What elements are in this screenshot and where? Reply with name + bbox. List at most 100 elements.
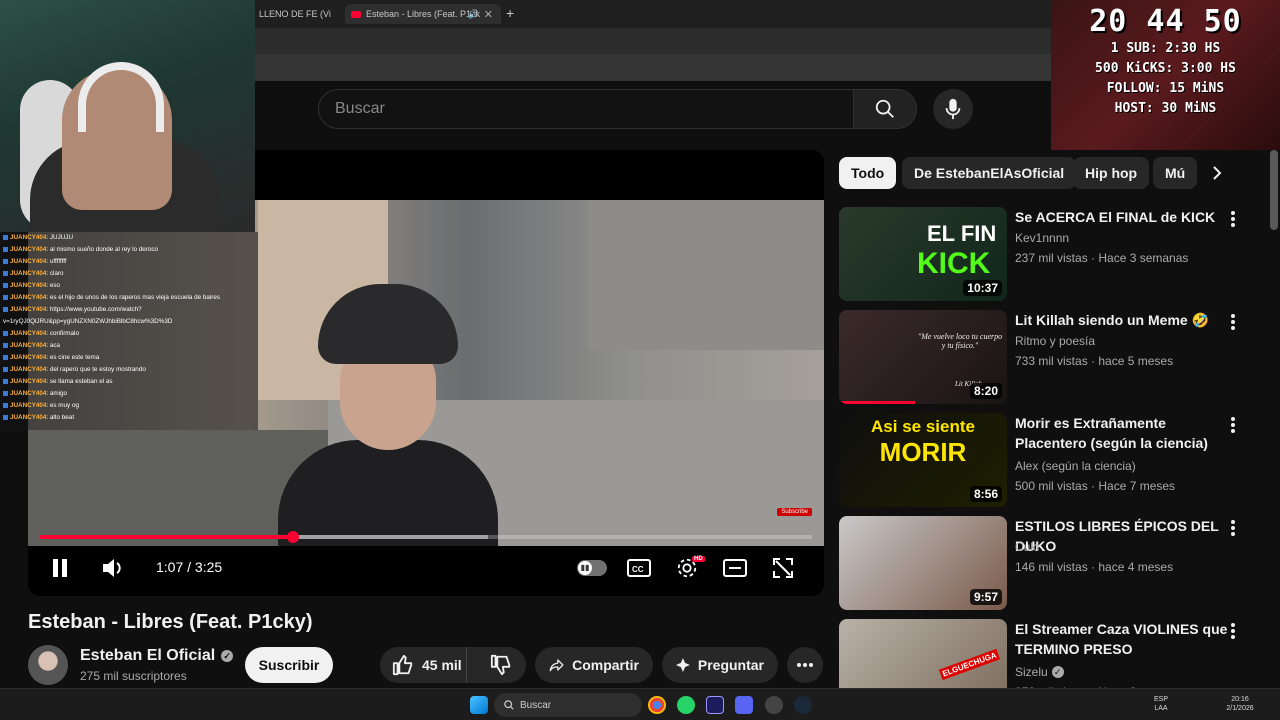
- chat-username: JUANCY404: [10, 246, 47, 253]
- chevron-right-icon: [1213, 166, 1222, 180]
- chip-todo[interactable]: Todo: [839, 157, 897, 189]
- subscriber-count: 275 mil suscriptores: [80, 669, 187, 683]
- recommended-video[interactable]: EL FIN KICK 10:37 Se ACERCA El FINAL de KIC…: [839, 207, 1269, 303]
- taskbar-search[interactable]: Buscar: [494, 693, 642, 717]
- recommended-video[interactable]: "Me vuelve loco tu cuerpo y tu físico." L…: [839, 310, 1269, 406]
- recommended-channel[interactable]: Ritmo y poesía: [1015, 334, 1095, 348]
- recommended-title[interactable]: El Streamer Caza VIOLINES que TERMINO PR…: [1015, 619, 1229, 659]
- chip-hip-hop[interactable]: Hip hop: [1073, 157, 1150, 189]
- video-thumbnail[interactable]: Asi se siente MORIR 8:56: [839, 413, 1007, 507]
- chip-channel[interactable]: De EstebanElAsOficial: [902, 157, 1077, 189]
- theater-mode-button[interactable]: [721, 550, 749, 586]
- chips-next-button[interactable]: [1203, 157, 1231, 189]
- subscribe-button[interactable]: Suscribir: [245, 647, 333, 683]
- channel-label: Alex (según la ciencia): [1015, 459, 1136, 473]
- verified-icon: ✓: [221, 650, 234, 662]
- recommended-title[interactable]: Morir es Extrañamente Placentero (según …: [1015, 413, 1229, 453]
- taskbar-search-label: Buscar: [520, 699, 552, 711]
- scrollbar[interactable]: [1270, 150, 1278, 230]
- subscribe-watermark[interactable]: Subscribe: [777, 508, 812, 516]
- more-options-button[interactable]: [1227, 621, 1239, 641]
- badge-icon: [3, 366, 8, 372]
- pause-icon: [53, 559, 67, 577]
- video-thumbnail[interactable]: 9:57: [839, 516, 1007, 610]
- channel-avatar[interactable]: [28, 645, 68, 685]
- recommended-video[interactable]: 9:57 ESTILOS LIBRES ÉPICOS DEL DUKO Cuki 14…: [839, 516, 1269, 612]
- new-tab-button[interactable]: +: [506, 5, 514, 21]
- like-button[interactable]: 45 mil: [380, 647, 468, 683]
- recommended-video[interactable]: Asi se siente MORIR 8:56 Morir es Extrañame…: [839, 413, 1269, 509]
- voice-search-button[interactable]: [933, 89, 973, 129]
- windows-taskbar: Buscar ESP LAA 20:16 2/1/2026: [0, 688, 1280, 720]
- recommended-title[interactable]: Lit Killah siendo un Meme 🤣: [1015, 310, 1229, 330]
- tab-close-button[interactable]: ✕: [484, 8, 493, 21]
- channel-label: Kev1nnnn: [1015, 231, 1070, 245]
- steam-icon[interactable]: [794, 696, 812, 714]
- recommended-title[interactable]: ESTILOS LIBRES ÉPICOS DEL DUKO: [1015, 516, 1229, 556]
- badge-icon: [3, 294, 8, 300]
- goal-line: HOST: 30 MiNS: [1114, 101, 1217, 116]
- chat-username: JUANCY404: [10, 330, 47, 337]
- fullscreen-button[interactable]: [769, 550, 797, 586]
- premiere-icon[interactable]: [706, 696, 724, 714]
- whatsapp-icon[interactable]: [677, 696, 695, 714]
- discord-icon[interactable]: [735, 696, 753, 714]
- progress-bar[interactable]: [40, 531, 812, 543]
- share-button[interactable]: Compartir: [535, 647, 653, 683]
- video-stats: 733 mil vistas · hace 5 meses: [1015, 354, 1174, 368]
- video-stats: 237 mil vistas · Hace 3 semanas: [1015, 251, 1189, 265]
- search-button[interactable]: [853, 89, 917, 129]
- more-options-button[interactable]: [1227, 209, 1239, 229]
- address-bar[interactable]: [255, 28, 1051, 54]
- keyboard-layout: LAA: [1154, 705, 1168, 712]
- browser-tab[interactable]: LLENO DE FE (Vi: [259, 4, 345, 24]
- recommended-channel[interactable]: Cuki: [1015, 540, 1039, 554]
- clock-date: 2/1/2026: [1226, 705, 1254, 712]
- recommended-title[interactable]: Se ACERCA El FINAL de KICK: [1015, 207, 1229, 227]
- recommended-channel[interactable]: Alex (según la ciencia): [1015, 459, 1136, 473]
- sparkle-icon: [676, 658, 690, 672]
- dislike-button[interactable]: [475, 647, 526, 683]
- search-input[interactable]: Buscar: [318, 89, 854, 129]
- bookmarks-bar: [255, 54, 1051, 81]
- video-subject: [278, 270, 498, 546]
- recommended-channel[interactable]: Kev1nnnn: [1015, 231, 1069, 245]
- more-options-button[interactable]: [1227, 312, 1239, 332]
- autoplay-toggle[interactable]: ▮▮: [577, 560, 607, 576]
- like-dislike-group: 45 mil: [380, 647, 526, 683]
- captions-icon: CC: [627, 559, 651, 577]
- chat-text: v=1ryQJ0QlJRU&pp=ygUNZXN0ZWJhbiBlbC8hcw%…: [3, 318, 173, 325]
- video-stats: 146 mil vistas · hace 4 meses: [1015, 560, 1174, 574]
- video-stats: 500 mil vistas · Hace 7 meses: [1015, 479, 1176, 493]
- video-thumbnail[interactable]: EL FIN KICK 10:37: [839, 207, 1007, 301]
- more-options-button[interactable]: [1227, 415, 1239, 435]
- more-options-button[interactable]: [1227, 518, 1239, 538]
- clock[interactable]: 20:16 2/1/2026: [1218, 695, 1262, 713]
- windows-start-icon[interactable]: [470, 696, 488, 714]
- channel-name-link[interactable]: Esteban El Oficial ✓: [80, 647, 234, 665]
- recommended-channel[interactable]: Sizelu ✓: [1015, 665, 1064, 679]
- badge-icon: [3, 390, 8, 396]
- more-actions-button[interactable]: [787, 647, 823, 683]
- pause-button[interactable]: [48, 550, 72, 586]
- chat-text: : uffffffff: [46, 258, 67, 265]
- obs-icon[interactable]: [765, 696, 783, 714]
- video-thumbnail[interactable]: "Me vuelve loco tu cuerpo y tu físico." L…: [839, 310, 1007, 404]
- badge-icon: [3, 234, 8, 240]
- badge-icon: [3, 258, 8, 264]
- browser-tab-active[interactable]: Esteban - Libres (Feat. P1ck 🔊 ✕: [345, 4, 501, 24]
- captions-button[interactable]: CC: [625, 550, 653, 586]
- time-display: 1:07 / 3:25: [156, 559, 223, 575]
- chat-username: JUANCY404: [10, 306, 47, 313]
- channel-label: Sizelu: [1015, 665, 1048, 679]
- speaker-icon[interactable]: 🔊: [468, 9, 479, 20]
- fullscreen-icon: [773, 558, 793, 578]
- volume-button[interactable]: [98, 550, 128, 586]
- chip-music[interactable]: Mú: [1153, 157, 1198, 189]
- chrome-icon[interactable]: [648, 696, 666, 714]
- badge-icon: [3, 306, 8, 312]
- language-indicator[interactable]: ESP LAA: [1150, 695, 1172, 713]
- ask-button[interactable]: Preguntar: [662, 647, 778, 683]
- chat-text: : al mismo sueño donde al rey lo deroco: [46, 246, 159, 253]
- chat-username: JUANCY404: [10, 258, 47, 265]
